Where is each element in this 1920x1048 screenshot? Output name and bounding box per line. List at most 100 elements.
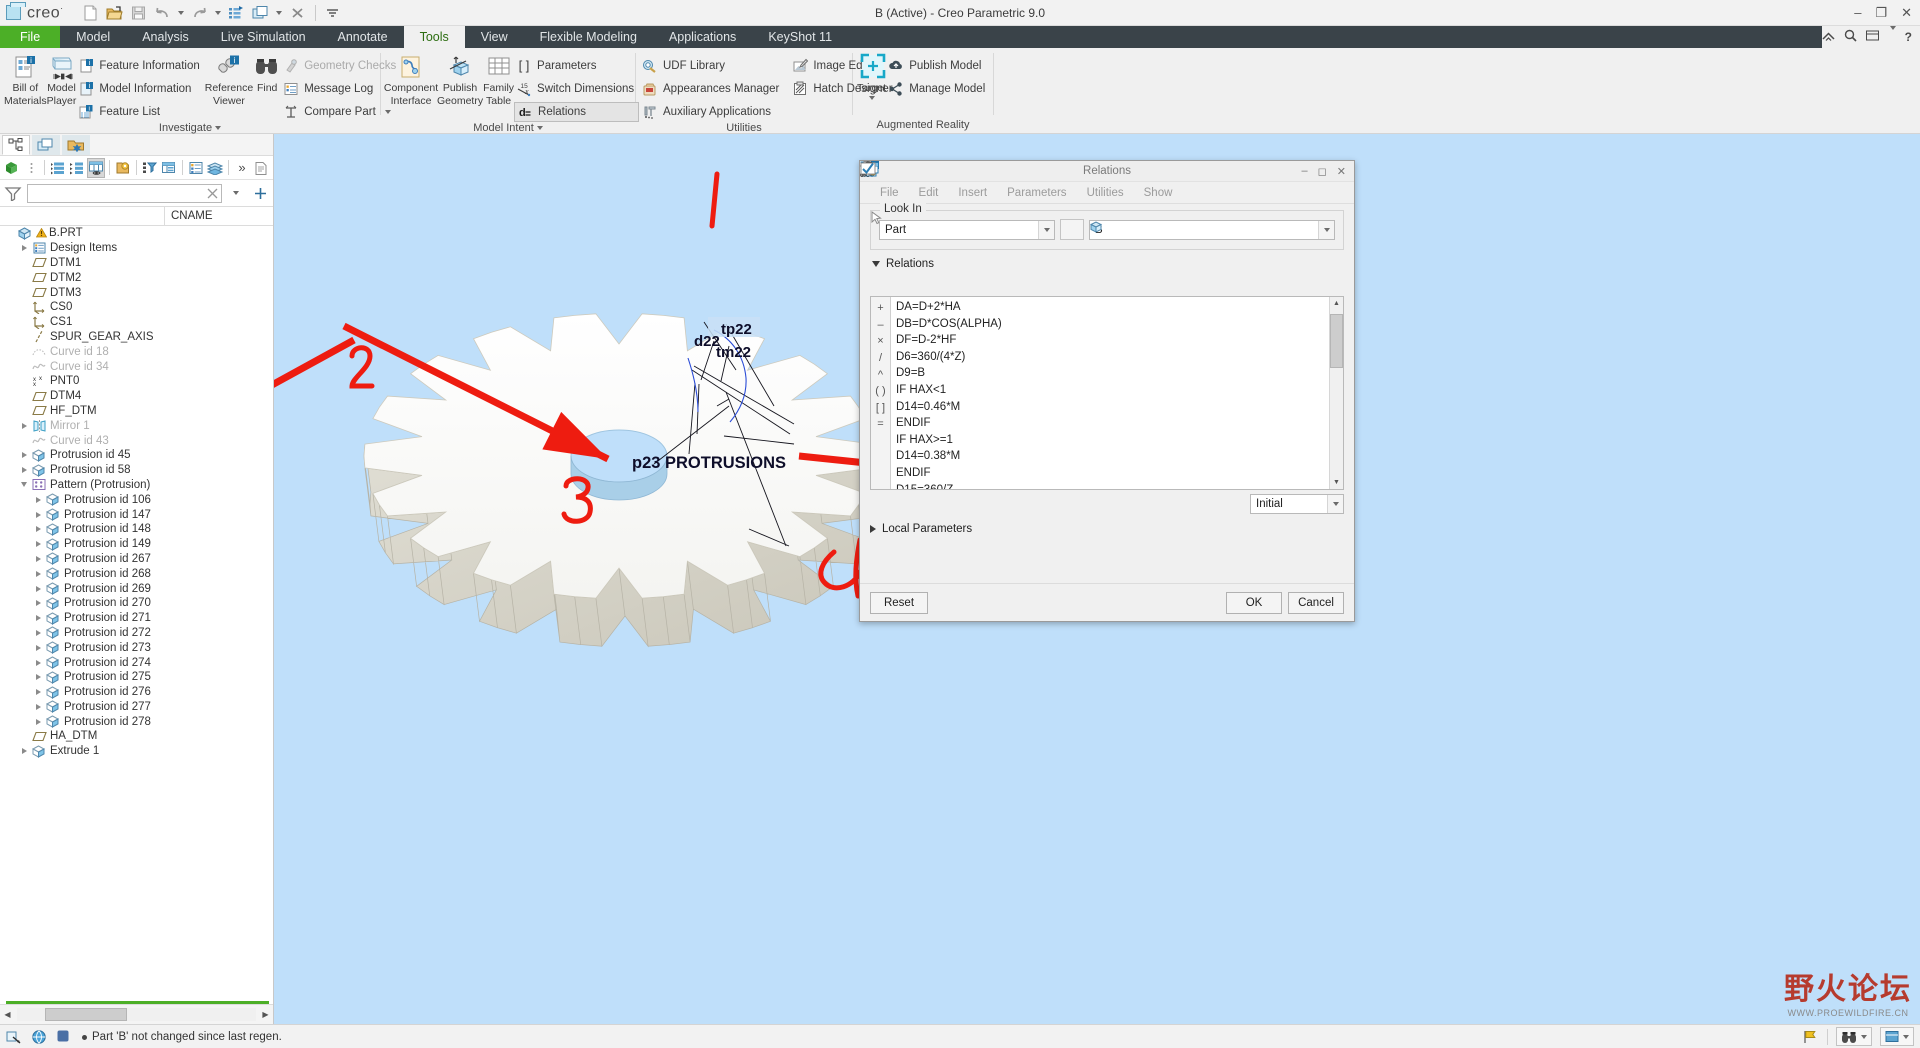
tab-model[interactable]: Model [60,26,126,48]
relations-editor[interactable]: + – × / ^( )[ ] = DA=D+2*HA DB=D*COS(ALPHA) DF=… [870,296,1344,490]
relations-scroll-down-icon[interactable]: ▼ [1330,476,1343,489]
tree-item-protrusion-id-270[interactable]: Protrusion id 270 [0,596,273,611]
tree-item-pattern-protrusion[interactable]: Pattern (Protrusion) [0,478,273,493]
operator-button-5[interactable]: ( ) [871,383,890,400]
tab-live-simulation[interactable]: Live Simulation [205,26,322,48]
tree-filter-icon[interactable] [141,158,159,178]
cancel-button[interactable]: Cancel [1288,591,1344,614]
feature-information-button[interactable]: i Feature Information [76,56,204,76]
tree-item-mirror-1[interactable]: Mirror 1 [0,418,273,433]
tree-item-hf-dtm[interactable]: HF_DTM [0,404,273,419]
tree-expander-expanded-icon[interactable] [17,478,31,492]
globe-icon[interactable] [30,1028,48,1046]
tree-expander-collapsed-icon[interactable] [17,448,31,462]
graphics-window[interactable]: tp22 d22 tm22 p23 PROTRUSIONS Relations … [274,134,1920,1024]
tree-expander-collapsed-icon[interactable] [31,508,45,522]
tree-item-dtm1[interactable]: DTM1 [0,256,273,271]
tree-expander-collapsed-icon[interactable] [31,537,45,551]
undo-dropdown-icon[interactable] [176,2,187,24]
filter-dropdown-icon[interactable] [226,183,246,203]
auxiliary-applications-button[interactable]: Auxiliary Applications [640,102,784,122]
verify-icon[interactable]: =? [861,162,1076,295]
bill-of-materials-button[interactable]: i Bill of Materials [4,52,47,107]
tree-expander-collapsed-icon[interactable] [31,596,45,610]
tree-note-icon[interactable] [252,158,270,178]
tree-item-protrusion-id-149[interactable]: Protrusion id 149 [0,537,273,552]
model-information-button[interactable]: i Model Information [76,79,204,99]
investigate-dropdown-icon[interactable] [215,126,222,130]
tree-item-protrusion-id-277[interactable]: Protrusion id 277 [0,700,273,715]
tree-expander-collapsed-icon[interactable] [31,641,45,655]
tree-item-cs0[interactable]: CS0 [0,300,273,315]
tree-expander-collapsed-icon[interactable] [17,419,31,433]
save-icon[interactable] [128,2,150,24]
tree-expander-collapsed-icon[interactable] [31,626,45,640]
tree-item-pnt0[interactable]: x x x PNT0 [0,374,273,389]
maximize-button[interactable]: ❐ [1875,5,1887,21]
selection-tool-dropdown-icon[interactable] [1861,1034,1867,1039]
tree-item-protrusion-id-275[interactable]: Protrusion id 275 [0,670,273,685]
operator-button-6[interactable]: [ ] [871,400,890,417]
tab-applications[interactable]: Applications [653,26,752,48]
tree-filter-input[interactable] [27,183,222,203]
relations-dialog[interactable]: Relations – ◻ ✕ File Edit Insert Paramet… [859,160,1355,622]
minimize-button[interactable]: – [1854,5,1861,20]
local-parameters-expand-icon[interactable] [870,525,876,533]
tree-scroll-thumb[interactable] [45,1008,127,1021]
redo-icon[interactable] [189,2,211,24]
tab-flexible-modeling[interactable]: Flexible Modeling [524,26,653,48]
tree-item-protrusion-id-278[interactable]: Protrusion id 278 [0,714,273,729]
new-file-icon[interactable] [80,2,102,24]
tree-item-protrusion-id-271[interactable]: Protrusion id 271 [0,611,273,626]
tree-scroll-left-icon[interactable]: ◀ [0,1007,15,1022]
operator-button-0[interactable]: + [871,300,890,317]
relation-line[interactable]: DB=D*COS(ALPHA) [896,316,1329,333]
tree-item-protrusion-id-267[interactable]: Protrusion id 267 [0,552,273,567]
model-player-button[interactable]: Model Player [47,52,76,107]
redo-icon[interactable] [863,162,920,295]
tree-item-protrusion-id-147[interactable]: Protrusion id 147 [0,507,273,522]
qat-overflow-icon[interactable] [322,2,344,24]
relation-line[interactable]: D15=360/Z [896,482,1329,489]
sort-icon[interactable] [862,161,1128,295]
look-in-type-combo[interactable]: Part [879,219,1055,240]
tree-stack-icon[interactable] [206,158,224,178]
operator-button-4[interactable]: ^ [871,366,890,383]
relations-text-area[interactable]: DA=D+2*HA DB=D*COS(ALPHA) DF=D-2*HF D6=360/… [891,297,1329,489]
filter-clear-icon[interactable] [202,183,222,203]
tree-list-icon[interactable] [187,158,205,178]
search-icon[interactable] [1844,29,1857,45]
tree-expander-collapsed-icon[interactable] [31,715,45,729]
filter-add-icon[interactable] [250,183,270,203]
tree-item-protrusion-id-273[interactable]: Protrusion id 273 [0,640,273,655]
window-switch-icon[interactable] [250,2,272,24]
ok-button[interactable]: OK [1226,591,1282,614]
tree-item-spur-gear-axis[interactable]: SPUR_GEAR_AXIS [0,330,273,345]
ar-target-dropdown-icon[interactable] [868,96,875,100]
tree-item-protrusion-id-269[interactable]: Protrusion id 269 [0,581,273,596]
tab-file[interactable]: File [0,26,61,48]
relations-button[interactable]: d Relations [514,102,640,122]
tree-expander-collapsed-icon[interactable] [17,744,31,758]
ar-target-button[interactable]: Target [857,52,886,100]
relations-close-button[interactable]: ✕ [1337,165,1346,178]
tree-item-protrusion-id-148[interactable]: Protrusion id 148 [0,522,273,537]
family-table-button[interactable]: Family Table [483,52,514,107]
function-icon[interactable]: fx [860,162,1154,295]
tree-item-curve-id-43[interactable]: Curve id 43 [0,433,273,448]
table-icon[interactable] [860,162,1232,295]
menu-file[interactable]: File [870,187,909,199]
relation-line[interactable]: IF HAX>=1 [896,432,1329,449]
manage-model-button[interactable]: Manage Model [886,79,990,99]
reference-viewer-button[interactable]: i Reference Viewer [205,52,253,107]
tree-item-extrude-1[interactable]: Extrude 1 [0,744,273,759]
find-button[interactable]: Find [253,52,281,94]
relations-section-header[interactable]: Relations [872,258,1344,270]
relation-line[interactable]: DA=D+2*HA [896,299,1329,316]
tab-annotate[interactable]: Annotate [322,26,404,48]
tab-view[interactable]: View [465,26,524,48]
window-dropdown-icon[interactable] [274,2,285,24]
model-intent-dropdown-icon[interactable] [536,126,543,130]
tree-item-curve-id-34[interactable]: Curve id 34 [0,359,273,374]
tab-model-tree[interactable] [2,134,30,155]
